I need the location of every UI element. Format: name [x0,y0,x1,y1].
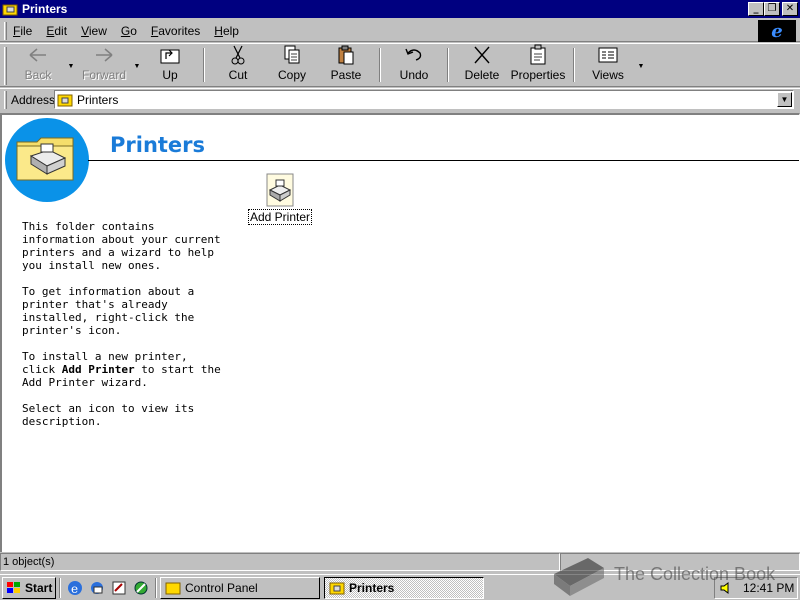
info-paragraph: This folder contains information about y… [22,220,221,272]
views-list-icon [598,47,618,63]
folder-info-panel: This folder contains information about y… [22,220,222,441]
ie-icon[interactable]: e [66,579,84,597]
ie-throbber-logo: e [758,20,796,42]
forward-button[interactable]: Forward [77,44,131,86]
properties-button[interactable]: Properties [509,44,567,86]
properties-icon [530,44,546,65]
cut-button[interactable]: Cut [211,44,265,86]
undo-button[interactable]: Undo [387,44,441,86]
info-paragraph: To install a new printer, click Add Prin… [22,350,221,389]
folder-banner-circle [5,118,89,202]
menu-favorites[interactable]: Favorites [151,24,200,38]
address-value: Printers [77,92,119,107]
volume-speaker-icon[interactable] [719,580,735,596]
menu-go[interactable]: Go [121,24,137,38]
copy-icon [284,45,300,64]
windows-logo-icon [7,581,20,593]
printer-folder-icon [329,582,345,594]
back-button[interactable]: Back [11,44,65,86]
printers-folder-large-icon [16,137,74,181]
forward-arrow-icon [96,48,113,62]
folder-view[interactable]: Printers This folder contains informatio… [0,113,800,552]
add-printer-icon [266,173,294,207]
clock[interactable]: 12:41 PM [743,581,794,595]
outlook-express-icon[interactable] [88,579,106,597]
forward-dropdown[interactable]: ▼ [131,44,143,86]
add-printer-item[interactable]: Add Printer [247,173,313,225]
menu-file[interactable]: File [13,24,32,38]
status-object-count: 1 object(s) [0,553,560,571]
folder-heading: Printers [110,133,206,157]
system-tray: 12:41 PM [714,577,798,599]
heading-divider [88,160,799,161]
paste-button[interactable]: Paste [319,44,373,86]
info-paragraph: To get information about a printer that'… [22,285,195,337]
info-paragraph: Select an icon to view its description. [22,402,195,428]
address-label: Address [11,92,56,107]
paste-icon [338,45,354,65]
menu-help[interactable]: Help [214,24,239,38]
standard-toolbar: Back ▼ Forward ▼ Up Cut Copy Paste Undo … [0,43,800,87]
start-button[interactable]: Start [2,576,56,599]
address-bar: Address Printers ▼ [0,88,800,110]
explorer-window: Printers _ ❐ ✕ File Edit View Go Favorit… [0,0,800,574]
views-dropdown[interactable]: ▼ [635,44,647,86]
title-bar[interactable]: Printers _ ❐ ✕ [0,0,800,18]
up-folder-icon [160,49,180,64]
task-printers[interactable]: Printers [324,576,484,599]
scissors-icon [231,45,245,65]
taskbar: Start e Control Panel Printers 12:41 PM [0,574,800,600]
menu-edit[interactable]: Edit [46,24,67,38]
menu-view[interactable]: View [81,24,107,38]
task-control-panel[interactable]: Control Panel [160,576,320,599]
printer-folder-icon [2,4,18,16]
back-dropdown[interactable]: ▼ [65,44,77,86]
views-button[interactable]: Views [581,44,635,86]
ie-logo-icon: e [771,20,783,42]
address-dropdown-button[interactable]: ▼ [777,92,792,107]
address-input[interactable]: Printers ▼ [54,90,794,109]
show-desktop-icon[interactable] [110,579,128,597]
control-panel-folder-icon [165,582,181,594]
add-printer-label: Add Printer [247,209,313,225]
channels-icon[interactable] [132,579,150,597]
back-arrow-icon [29,48,46,62]
minimize-button[interactable]: _ [748,2,764,16]
delete-button[interactable]: Delete [455,44,509,86]
address-grip[interactable] [4,90,7,109]
toolbar-grip[interactable] [4,47,7,85]
undo-icon [405,48,422,61]
delete-x-icon [474,46,490,64]
status-zone [560,553,800,571]
printer-folder-icon [57,94,73,106]
up-button[interactable]: Up [143,44,197,86]
close-button[interactable]: ✕ [782,2,798,16]
window-title: Printers [22,2,68,16]
status-bar: 1 object(s) [0,553,800,573]
menu-bar: File Edit View Go Favorites Help e [0,20,800,42]
copy-button[interactable]: Copy [265,44,319,86]
menu-grip[interactable] [4,21,7,40]
restore-button[interactable]: ❐ [764,2,780,16]
svg-text:e: e [71,582,78,596]
quick-launch: e [64,579,152,597]
